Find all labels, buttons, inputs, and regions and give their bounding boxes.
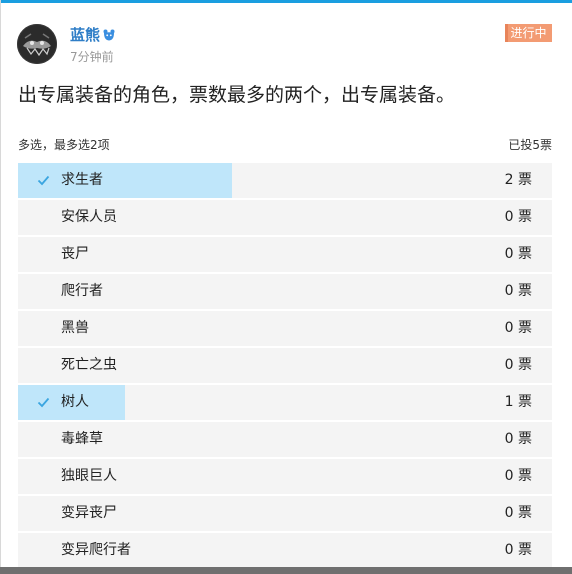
poll-option-votes: 0 票 (504, 283, 532, 299)
status-badge: 进行中 (505, 24, 552, 42)
poll-option-label: 爬行者 (61, 283, 103, 299)
poll-option-votes: 0 票 (504, 357, 532, 373)
poll-option-row[interactable]: 变异爬行者 0 票 (18, 533, 552, 568)
poll-option-votes: 0 票 (504, 209, 532, 225)
poll-option-row[interactable]: 独眼巨人 0 票 (18, 459, 552, 494)
avatar[interactable] (17, 24, 57, 64)
poll-option-row[interactable]: 丧尸 0 票 (18, 237, 552, 272)
poll-option-votes: 0 票 (504, 542, 532, 558)
poll-option-votes: 0 票 (504, 505, 532, 521)
poll-mode-text: 多选，最多选2项 (18, 138, 110, 152)
poll-option-label: 变异爬行者 (61, 542, 131, 558)
poll-option-row[interactable]: 毒蜂草 0 票 (18, 422, 552, 457)
username-text[interactable]: 蓝熊 (70, 25, 100, 45)
poll-option-votes: 0 票 (504, 320, 532, 336)
poll-option-label: 死亡之虫 (61, 357, 117, 373)
poll-option-label: 丧尸 (61, 246, 89, 262)
left-border (0, 0, 1, 574)
poll-option-row[interactable]: 爬行者 0 票 (18, 274, 552, 309)
poll-option-label: 变异丧尸 (61, 505, 117, 521)
poll-option-row[interactable]: 树人 1 票 (18, 385, 552, 420)
poll-option-label: 毒蜂草 (61, 431, 103, 447)
poll-option-votes: 0 票 (504, 468, 532, 484)
poll-option-row[interactable]: 求生者 2 票 (18, 163, 552, 198)
poll-option-row[interactable]: 变异丧尸 0 票 (18, 496, 552, 531)
check-icon (37, 397, 50, 408)
poll-option-label: 树人 (61, 394, 89, 410)
poll-option-label: 安保人员 (61, 209, 117, 225)
post-timestamp: 7分钟前 (70, 50, 114, 64)
poll-option-row[interactable]: 黑兽 0 票 (18, 311, 552, 346)
poll-option-votes: 0 票 (504, 246, 532, 262)
bear-badge-icon (103, 29, 115, 41)
poll-option-label: 求生者 (61, 172, 103, 188)
check-icon (37, 175, 50, 186)
poll-options-list: 求生者 2 票安保人员 0 票丧尸 0 票爬行者 0 票黑兽 0 票死亡之虫 0 票树人 1 … (18, 163, 552, 570)
poll-option-votes: 2 票 (504, 172, 532, 188)
bottom-bar (0, 567, 572, 574)
poll-voted-count: 已投5票 (508, 138, 552, 152)
poll-option-label: 独眼巨人 (61, 468, 117, 484)
vote-progress-fill (18, 163, 232, 198)
poll-option-votes: 1 票 (504, 394, 532, 410)
username[interactable]: 蓝熊 (70, 25, 115, 45)
poll-question: 出专属装备的角色，票数最多的两个，出专属装备。 (18, 84, 456, 106)
poll-option-row[interactable]: 死亡之虫 0 票 (18, 348, 552, 383)
poll-option-label: 黑兽 (61, 320, 89, 336)
top-accent-bar (0, 0, 572, 3)
poll-option-row[interactable]: 安保人员 0 票 (18, 200, 552, 235)
poll-option-votes: 0 票 (504, 431, 532, 447)
